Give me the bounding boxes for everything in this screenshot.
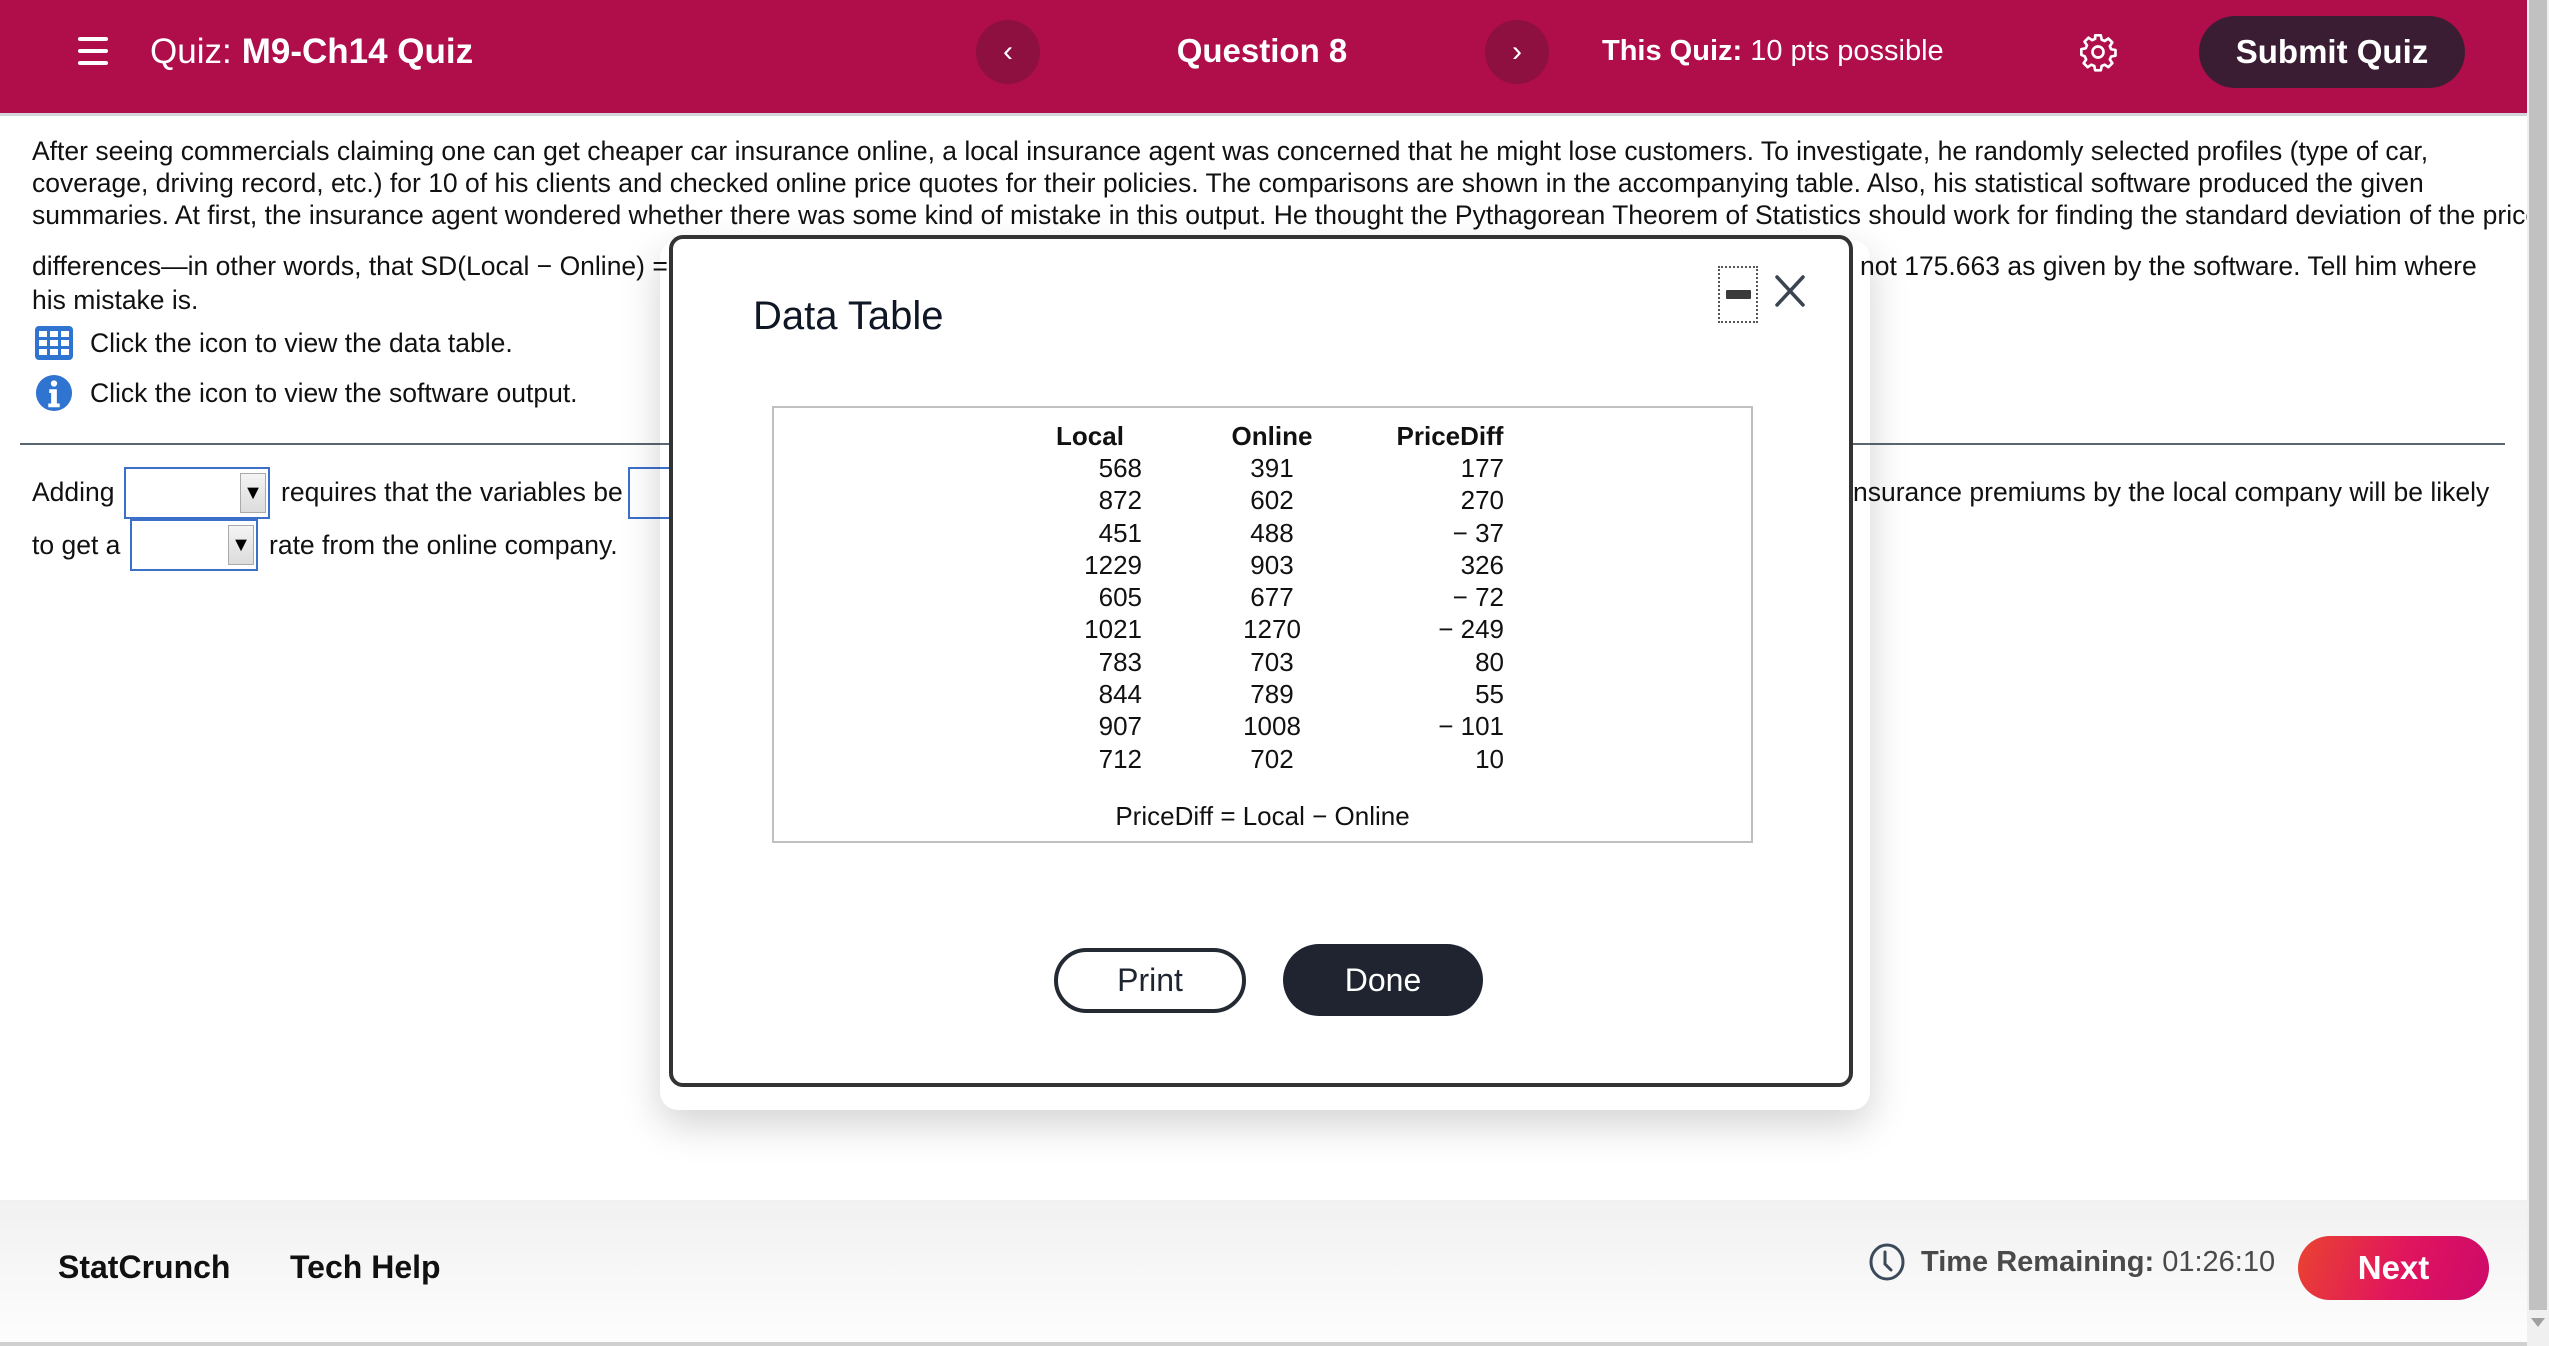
points-label: This Quiz:	[1602, 35, 1743, 67]
page-scrollbar[interactable]	[2527, 0, 2549, 1346]
table-cell: 783	[1098, 646, 1142, 677]
quiz-header: Quiz: M9-Ch14 Quiz ‹ Question 8 › This Qu…	[0, 0, 2527, 113]
scrollbar-thumb[interactable]	[2529, 0, 2547, 1310]
table-cell: − 249	[1438, 614, 1504, 645]
minimize-button[interactable]	[1718, 266, 1758, 323]
submit-quiz-button[interactable]: Submit Quiz	[2199, 16, 2465, 88]
answer-text: nsurance premiums by the local company w…	[1853, 477, 2490, 507]
table-cell: 602	[1250, 485, 1294, 516]
next-question-button[interactable]: ›	[1485, 20, 1549, 84]
software-output-link-text: Click the icon to view the software outp…	[90, 377, 578, 408]
dropdown-3[interactable]: ▼	[130, 519, 258, 571]
quiz-prefix: Quiz:	[150, 32, 232, 71]
info-icon[interactable]	[34, 374, 74, 412]
minimize-icon	[1726, 290, 1751, 299]
quiz-points: This Quiz: 10 pts possible	[1602, 35, 1944, 68]
chevron-left-icon: ‹	[1003, 35, 1013, 68]
table-cell: 702	[1250, 743, 1294, 774]
data-table-link-text: Click the icon to view the data table.	[90, 327, 513, 358]
table-cell: − 37	[1452, 517, 1504, 548]
column-header: PriceDiff	[1396, 421, 1504, 451]
dropdown-1[interactable]: ▼	[124, 467, 270, 519]
dropdown-arrow-icon: ▼	[240, 473, 266, 513]
column-header: Local	[1056, 421, 1124, 451]
quiz-footer: StatCrunch Tech Help Time Remaining: 01:…	[0, 1200, 2527, 1346]
question-text-line: his mistake is.	[32, 285, 199, 315]
column-pricediff: PriceDiff 177 270− 37 326− 72− 249 80 55− 10…	[1374, 420, 1504, 775]
table-cell: 872	[1098, 485, 1142, 516]
table-cell: 844	[1098, 679, 1142, 710]
table-cell: 80	[1475, 646, 1504, 677]
quiz-title: Quiz: M9-Ch14 Quiz	[150, 32, 473, 72]
quiz-name: M9-Ch14 Quiz	[241, 32, 474, 71]
table-cell: 1270	[1243, 614, 1301, 645]
question-text-line: coverage, driving record, etc.) for 10 o…	[32, 168, 2424, 198]
tech-help-link[interactable]: Tech Help	[290, 1249, 441, 1286]
question-text-line: not 175.663 as given by the software. Te…	[1860, 251, 2477, 281]
answer-text: requires that the variables be	[281, 477, 623, 507]
data-table: Local 568 872 451 1229 605 1021 783 844 907 712 O…	[772, 406, 1753, 843]
table-cell: 712	[1098, 743, 1142, 774]
table-cell: − 72	[1452, 582, 1504, 613]
table-cell: 903	[1250, 549, 1294, 580]
gear-icon[interactable]	[2078, 32, 2118, 72]
table-cell: 391	[1250, 453, 1294, 483]
table-cell: 677	[1250, 582, 1294, 613]
question-text-line: summaries. At first, the insurance agent…	[32, 200, 2541, 230]
table-cell: 1021	[1084, 614, 1142, 645]
table-cell: 568	[1098, 453, 1142, 483]
chevron-right-icon: ›	[1512, 35, 1522, 68]
done-button[interactable]: Done	[1283, 944, 1483, 1016]
table-cell: 789	[1250, 679, 1294, 710]
scroll-down-arrow-icon[interactable]	[2531, 1318, 2545, 1327]
points-value: 10 pts possible	[1750, 35, 1944, 67]
question-text-line: differences—in other words, that SD(Loca…	[32, 251, 668, 281]
table-cell: 907	[1098, 711, 1142, 742]
table-cell: 10	[1475, 743, 1504, 774]
time-remaining-value: 01:26:10	[2162, 1246, 2276, 1278]
table-cell: 1229	[1084, 549, 1142, 580]
table-cell: 1008	[1243, 711, 1301, 742]
software-output-link-row: Click the icon to view the software outp…	[34, 374, 578, 412]
table-cell: 55	[1475, 679, 1504, 710]
column-local: Local 568 872 451 1229 605 1021 783 844 907 712	[1046, 420, 1142, 775]
menu-icon[interactable]	[78, 37, 108, 65]
table-cell: 177	[1460, 453, 1504, 483]
statcrunch-link[interactable]: StatCrunch	[58, 1249, 230, 1286]
table-cell: 451	[1098, 517, 1142, 548]
close-icon[interactable]	[1768, 267, 1812, 315]
dialog-title: Data Table	[753, 294, 944, 338]
question-text-line: After seeing commercials claiming one ca…	[32, 136, 2429, 166]
table-cell: 605	[1098, 582, 1142, 613]
answer-text: Adding	[32, 477, 115, 507]
answer-text: rate from the online company.	[269, 530, 618, 560]
table-footnote: PriceDiff = Local − Online	[1115, 801, 1410, 831]
time-remaining-label: Time Remaining:	[1921, 1246, 2155, 1278]
table-cell: − 101	[1438, 711, 1504, 742]
column-header: Online	[1231, 421, 1313, 451]
table-cell: 488	[1250, 517, 1294, 548]
print-button[interactable]: Print	[1054, 948, 1246, 1013]
answer-text: to get a	[32, 530, 121, 560]
clock-icon	[1869, 1243, 1905, 1281]
header-divider	[0, 113, 2527, 116]
column-online: Online 391 602 488 903 677 1270 703 789 1008 702	[1204, 420, 1340, 775]
time-remaining: Time Remaining: 01:26:10	[1921, 1246, 2275, 1279]
table-cell: 703	[1250, 646, 1294, 677]
table-cell: 270	[1460, 485, 1504, 516]
previous-question-button[interactable]: ‹	[976, 20, 1040, 84]
data-table-link-row: Click the icon to view the data table.	[34, 324, 513, 362]
dropdown-arrow-icon: ▼	[228, 525, 254, 565]
next-button[interactable]: Next	[2298, 1236, 2489, 1300]
question-number: Question 8	[1176, 32, 1348, 69]
table-cell: 326	[1460, 549, 1504, 580]
data-table-icon[interactable]	[34, 324, 74, 362]
data-table-dialog: Data Table Local 568 872 451 1229 605 1021 783…	[669, 235, 1853, 1087]
